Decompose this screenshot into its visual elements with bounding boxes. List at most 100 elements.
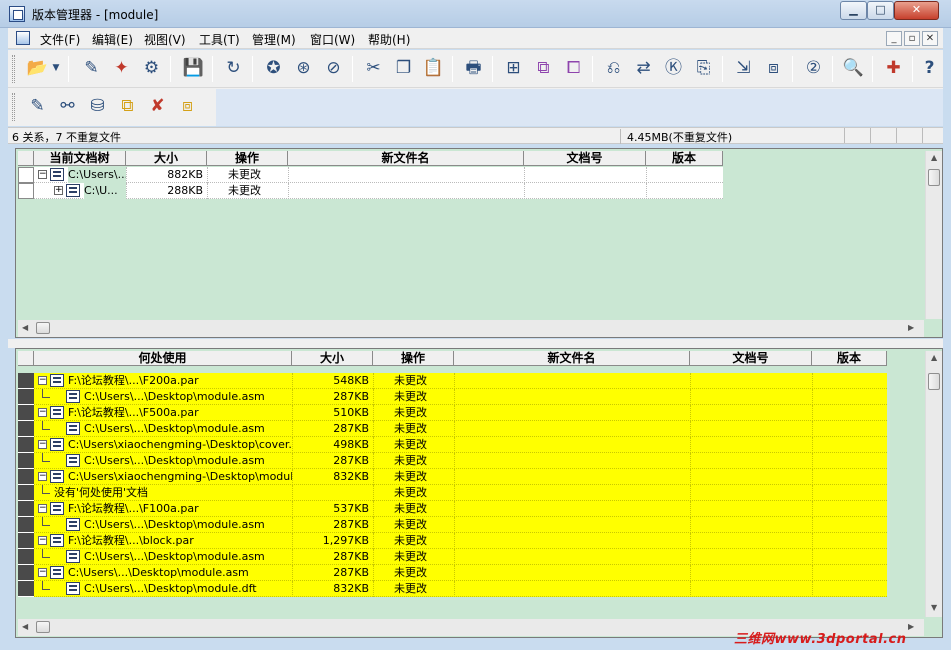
- maximize-button[interactable]: □: [867, 1, 894, 20]
- menu-view[interactable]: 视图(V): [144, 31, 186, 48]
- row-selector[interactable]: [18, 469, 34, 485]
- edit-icon[interactable]: ✎: [78, 55, 105, 81]
- mdi-minimize-button[interactable]: _: [886, 31, 902, 46]
- row-selector[interactable]: [18, 389, 34, 405]
- col-new-filename[interactable]: 新文件名: [288, 151, 524, 166]
- toolbar-grip[interactable]: [12, 93, 15, 121]
- sync-icon[interactable]: ✚: [880, 55, 907, 81]
- mdi-restore-button[interactable]: ▫: [904, 31, 920, 46]
- action-cell[interactable]: 未更改: [394, 453, 454, 469]
- update-link-icon[interactable]: ⧈: [174, 93, 201, 119]
- col-action[interactable]: 操作: [207, 151, 288, 166]
- action-cell[interactable]: 未更改: [394, 533, 454, 549]
- copy-file-icon[interactable]: ⧈: [760, 55, 787, 81]
- scroll-thumb[interactable]: [928, 169, 940, 186]
- cut-icon[interactable]: ✂: [360, 55, 387, 81]
- menu-tools[interactable]: 工具(T): [199, 31, 240, 48]
- collapse-icon[interactable]: −: [38, 408, 47, 417]
- revision-icon[interactable]: ⎘: [690, 55, 717, 81]
- menu-window[interactable]: 窗口(W): [310, 31, 355, 48]
- collapse-icon[interactable]: −: [38, 504, 47, 513]
- collapse-icon[interactable]: −: [38, 170, 47, 179]
- document-number-icon[interactable]: Ⓚ: [660, 55, 687, 81]
- action-cell[interactable]: 未更改: [394, 517, 454, 533]
- save-icon[interactable]: 💾: [180, 55, 207, 81]
- row-selector[interactable]: [18, 549, 34, 565]
- action-cell[interactable]: 未更改: [394, 421, 454, 437]
- row-selector[interactable]: [18, 167, 34, 183]
- collapse-icon[interactable]: −: [38, 536, 47, 545]
- col-size[interactable]: 大小: [292, 351, 373, 366]
- mdi-close-button[interactable]: ✕: [922, 31, 938, 46]
- action-cell[interactable]: 未更改: [394, 405, 454, 421]
- menu-edit[interactable]: 编辑(E): [92, 31, 133, 48]
- table-row[interactable]: − F:\论坛教程\...\F100a.par 537KB 未更改: [18, 501, 887, 517]
- row-selector[interactable]: [18, 437, 34, 453]
- settings-icon[interactable]: ⚙: [138, 55, 165, 81]
- table-row[interactable]: C:\Users\...\Desktop\module.asm 287KB 未更改: [18, 517, 887, 533]
- action-cell[interactable]: 未更改: [394, 565, 454, 581]
- row-selector[interactable]: [18, 405, 34, 421]
- row-selector[interactable]: [18, 517, 34, 533]
- col-doc-number[interactable]: 文档号: [690, 351, 812, 366]
- inspect-icon[interactable]: 🔍: [840, 55, 867, 81]
- row-selector[interactable]: [18, 581, 34, 597]
- col-version[interactable]: 版本: [812, 351, 887, 366]
- col-action[interactable]: 操作: [373, 351, 454, 366]
- dropdown-arrow-icon[interactable]: ▼: [50, 55, 62, 81]
- toolbar-grip[interactable]: [12, 55, 15, 83]
- refresh-icon[interactable]: ↻: [220, 55, 247, 81]
- network-icon[interactable]: ⚯: [54, 93, 81, 119]
- table-row[interactable]: − F:\论坛教程\...\F500a.par 510KB 未更改: [18, 405, 887, 421]
- deselect-icon[interactable]: ⧠: [560, 55, 587, 81]
- table-row[interactable]: C:\Users\...\Desktop\module.asm 287KB 未更改: [18, 389, 887, 405]
- table-row[interactable]: C:\Users\...\Desktop\module.asm 287KB 未更改: [18, 421, 887, 437]
- delete-link-icon[interactable]: ✘: [144, 93, 171, 119]
- table-row[interactable]: − F:\论坛教程\...\F200a.par 548KB 未更改: [18, 373, 887, 389]
- replace-icon[interactable]: ⇄: [630, 55, 657, 81]
- table-row[interactable]: 没有'何处使用'文档 未更改: [18, 485, 887, 501]
- row-selector[interactable]: [18, 565, 34, 581]
- table-row[interactable]: − C:\Users\... 882KB 未更改: [18, 167, 723, 183]
- col-size[interactable]: 大小: [126, 151, 207, 166]
- table-row[interactable]: − C:\Users\xiaochengming-\Desktop\module.…: [18, 469, 887, 485]
- bottom-vertical-scrollbar[interactable]: ▲ ▼: [925, 351, 942, 617]
- action-cell[interactable]: 未更改: [394, 485, 454, 501]
- copy-icon[interactable]: ❐: [390, 55, 417, 81]
- action-cell[interactable]: 未更改: [394, 389, 454, 405]
- row-selector[interactable]: [18, 485, 34, 501]
- collapse-icon[interactable]: −: [38, 440, 47, 449]
- top-vertical-scrollbar[interactable]: ▲: [925, 151, 942, 319]
- row-selector[interactable]: [18, 533, 34, 549]
- collapse-icon[interactable]: −: [38, 376, 47, 385]
- top-horizontal-scrollbar[interactable]: ◀ ▶: [18, 320, 924, 337]
- scroll-thumb[interactable]: [36, 621, 50, 633]
- col-doc-number[interactable]: 文档号: [524, 151, 646, 166]
- find-replace-icon[interactable]: ⊛: [290, 55, 317, 81]
- rename-icon[interactable]: ⎌: [600, 55, 627, 81]
- col-new-filename[interactable]: 新文件名: [454, 351, 690, 366]
- expand-icon[interactable]: +: [54, 186, 63, 195]
- library-icon[interactable]: ⛁: [84, 93, 111, 119]
- version-icon[interactable]: ②: [800, 55, 827, 81]
- col-current-tree[interactable]: 当前文档树: [34, 151, 126, 166]
- action-cell[interactable]: 未更改: [394, 549, 454, 565]
- close-button[interactable]: ✕: [894, 1, 939, 20]
- menu-help[interactable]: 帮助(H): [368, 31, 410, 48]
- move-icon[interactable]: ⇲: [730, 55, 757, 81]
- tree-icon[interactable]: ⊞: [500, 55, 527, 81]
- collapse-icon[interactable]: −: [38, 472, 47, 481]
- row-selector[interactable]: [18, 373, 34, 389]
- table-row[interactable]: C:\Users\...\Desktop\module.dft 832KB 未更改: [18, 581, 887, 597]
- edit-tree-icon[interactable]: ✎: [24, 93, 51, 119]
- table-row[interactable]: + C:\U... 288KB 未更改: [18, 183, 723, 199]
- action-cell[interactable]: 未更改: [394, 581, 454, 597]
- table-row[interactable]: − C:\Users\xiaochengming-\Desktop\cover.p…: [18, 437, 887, 453]
- action-cell[interactable]: 未更改: [228, 167, 288, 183]
- col-version[interactable]: 版本: [646, 151, 723, 166]
- action-cell[interactable]: 未更改: [228, 183, 288, 199]
- row-selector[interactable]: [18, 183, 34, 199]
- undo-change-icon[interactable]: ⊘: [320, 55, 347, 81]
- table-row[interactable]: C:\Users\...\Desktop\module.asm 287KB 未更改: [18, 549, 887, 565]
- paste-icon[interactable]: 📋: [420, 55, 447, 81]
